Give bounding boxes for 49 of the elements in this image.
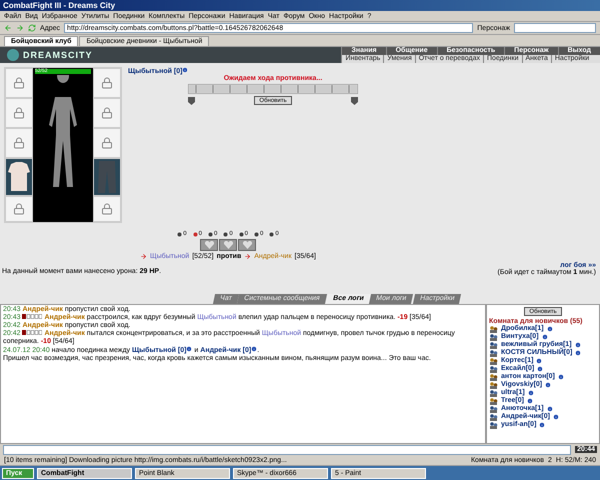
info-icon[interactable] (251, 346, 258, 352)
info-icon[interactable] (186, 346, 192, 352)
heart-icon (242, 241, 252, 249)
action-button[interactable] (200, 239, 218, 251)
character-dropdown[interactable] (514, 23, 596, 33)
stat-icon (254, 232, 260, 236)
info-icon[interactable] (575, 350, 582, 356)
lock-icon (13, 107, 25, 119)
lock-icon (101, 137, 113, 149)
info-icon[interactable] (546, 406, 553, 412)
stat-icon (177, 232, 182, 236)
action-button[interactable] (238, 239, 256, 251)
arrow-icon (244, 253, 252, 260)
info-icon[interactable] (528, 390, 534, 396)
stat-icon (223, 232, 228, 236)
info-icon[interactable] (182, 67, 188, 73)
info-icon[interactable] (546, 326, 553, 332)
site-logo: DREAMSCITY (23, 50, 93, 60)
shield-icon (350, 96, 358, 104)
lock-icon (101, 107, 113, 119)
action-button[interactable] (219, 239, 237, 251)
info-icon[interactable] (552, 414, 559, 420)
hit-zones-icon (22, 330, 42, 335)
stat-icon (238, 232, 244, 236)
shirt-item-icon[interactable] (7, 162, 31, 192)
info-icon[interactable] (539, 422, 546, 428)
stat-icon (192, 232, 198, 236)
info-icon[interactable] (574, 342, 581, 348)
stat-icon (208, 232, 213, 236)
info-icon[interactable] (526, 398, 533, 404)
lock-icon (13, 137, 25, 149)
shield-icon (188, 96, 195, 104)
info-icon[interactable] (537, 366, 544, 372)
globe-logo-icon (6, 48, 20, 62)
info-icon[interactable] (545, 382, 552, 388)
chat-input[interactable] (3, 444, 572, 454)
heart-icon (224, 241, 232, 249)
info-icon[interactable] (542, 334, 548, 340)
lock-icon (13, 203, 25, 215)
stat-icon (269, 232, 274, 236)
info-icon[interactable] (558, 374, 564, 380)
lock-icon (101, 203, 113, 215)
arrow-icon (140, 253, 148, 260)
window-title-text: CombatFight III - Dreams City (3, 1, 116, 10)
heart-icon (204, 241, 214, 249)
hit-zones-icon (22, 314, 42, 319)
info-icon[interactable] (536, 358, 542, 364)
lock-icon (101, 77, 113, 89)
lock-icon (13, 77, 25, 89)
